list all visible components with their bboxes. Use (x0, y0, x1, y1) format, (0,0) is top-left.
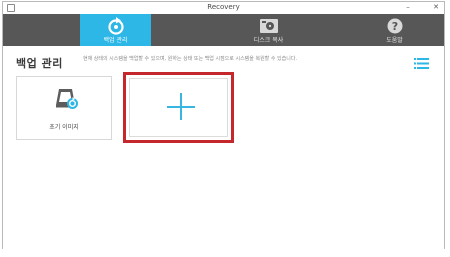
minimize-button[interactable]: – (401, 2, 415, 13)
list-menu-icon[interactable] (414, 58, 429, 69)
tab-label: 디스크 복사 (253, 37, 284, 44)
help-icon: ? (387, 18, 402, 34)
title-bar: Recovery – ✕ (3, 2, 444, 14)
close-button[interactable]: ✕ (429, 2, 443, 13)
plus-icon-bar (167, 106, 195, 108)
page-description: 현재 상태의 시스템을 백업할 수 있으며, 원하는 상태 또는 백업 시점으로… (83, 56, 298, 62)
tab-label: 백업 관리 (103, 37, 128, 44)
initial-image-card[interactable]: 초기 이미지 (16, 76, 112, 140)
tab-backup-management[interactable]: 백업 관리 (80, 14, 151, 46)
disk-icon (259, 19, 278, 33)
page-title: 백업 관리 (16, 57, 63, 70)
card-label: 초기 이미지 (49, 124, 79, 131)
restore-icon (107, 17, 124, 35)
recovery-window: Recovery – ✕ 백업 관리 디스크 복사 ? 도움말 백업 관리 현재… (2, 1, 445, 250)
add-backup-card[interactable] (123, 72, 234, 143)
tab-disk-copy[interactable]: 디스크 복사 (233, 14, 304, 46)
backup-management-panel: 백업 관리 현재 상태의 시스템을 백업할 수 있으며, 원하는 상태 또는 백… (3, 46, 444, 250)
add-backup-button[interactable] (129, 78, 228, 137)
tab-label: 도움말 (386, 37, 403, 44)
window-title: Recovery (207, 3, 240, 11)
tab-help[interactable]: ? 도움말 (359, 14, 430, 46)
svg-text:?: ? (391, 20, 397, 33)
initial-image-icon (56, 89, 78, 109)
toolbar: 백업 관리 디스크 복사 ? 도움말 (3, 14, 444, 46)
